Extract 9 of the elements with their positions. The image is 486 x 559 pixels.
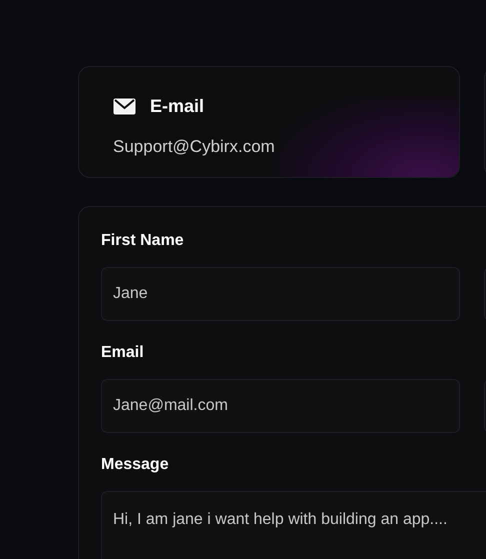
- card-title: E-mail: [150, 95, 204, 118]
- field-label: Message: [101, 455, 170, 475]
- message-field[interactable]: Hi, I am jane i want help with building an app....: [101, 491, 486, 559]
- field-label: Email: [101, 343, 145, 363]
- field-label: First Name: [101, 231, 185, 251]
- input-field[interactable]: Jane@mail.com: [101, 379, 460, 433]
- email-address: Support@Cybirx.com: [113, 136, 276, 158]
- envelope-icon: [113, 98, 136, 115]
- input-field[interactable]: Jane: [101, 267, 460, 321]
